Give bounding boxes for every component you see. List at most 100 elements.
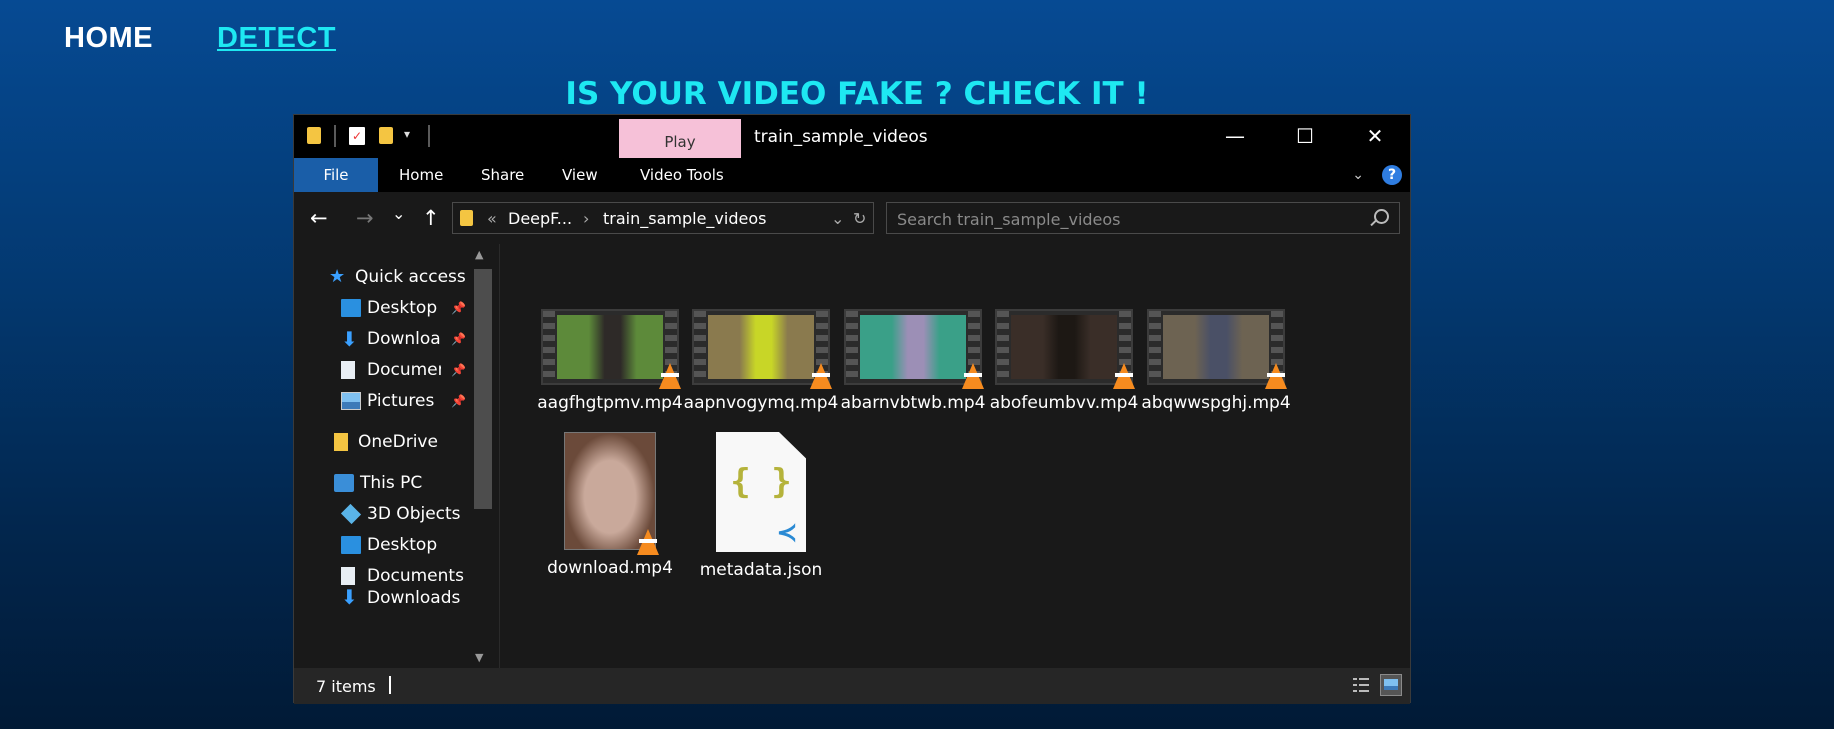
maximize-button[interactable]: ☐ <box>1270 115 1340 158</box>
video-frame <box>557 315 663 379</box>
tree-label: This PC <box>360 473 423 493</box>
properties-icon[interactable]: ✓ <box>349 127 365 145</box>
vscode-icon: ≺ <box>776 518 798 548</box>
file-item[interactable]: aagfhgtpmv.mp4 <box>530 309 690 415</box>
film-strip <box>846 311 858 383</box>
search-icon[interactable] <box>1374 209 1389 224</box>
folder-icon <box>334 433 348 451</box>
new-folder-icon[interactable] <box>379 127 393 144</box>
vlc-cone-icon <box>1113 363 1135 389</box>
video-frame <box>1011 315 1117 379</box>
file-item[interactable]: abqwwspghj.mp4 <box>1136 309 1296 415</box>
tab-view[interactable]: View <box>562 158 598 192</box>
file-name: aagfhgtpmv.mp4 <box>537 393 683 413</box>
film-strip <box>694 311 706 383</box>
film-strip <box>1149 311 1161 383</box>
file-name: abofeumbvv.mp4 <box>989 393 1139 413</box>
scrollbar-thumb[interactable] <box>474 269 492 509</box>
tree-downloads[interactable]: ⬇ Downloads <box>341 588 470 606</box>
status-bar: 7 items <box>294 668 1410 704</box>
tab-video-tools[interactable]: Video Tools <box>640 158 724 192</box>
back-button[interactable]: ← <box>310 206 328 230</box>
vlc-cone-icon <box>962 363 984 389</box>
scroll-down-icon[interactable]: ▼ <box>475 651 483 664</box>
vlc-cone-icon <box>810 363 832 389</box>
file-item[interactable]: abarnvbtwb.mp4 <box>833 309 993 415</box>
tree-downloads-pinned[interactable]: ⬇ Downloads 📌 <box>341 325 470 353</box>
file-item[interactable]: download.mp4 <box>530 432 690 580</box>
folder-icon <box>460 210 473 226</box>
tree-label: 3D Objects <box>367 504 461 524</box>
customize-toolbar-icon[interactable]: ▾ <box>404 127 410 141</box>
tab-file[interactable]: File <box>294 158 378 192</box>
minimize-button[interactable]: — <box>1200 115 1270 158</box>
details-view-icon[interactable] <box>1350 674 1372 696</box>
video-thumbnail <box>564 432 659 555</box>
pin-icon: 📌 <box>451 301 466 315</box>
nav-home-link[interactable]: HOME <box>64 22 153 55</box>
tree-label: Downloads <box>367 588 461 606</box>
tab-share[interactable]: Share <box>481 158 524 192</box>
ribbon-tabs: File Home Share View Video Tools ⌄ ? <box>294 158 1410 192</box>
file-list: aagfhgtpmv.mp4 aapnvogymq.mp4 abarnvbtwb.m… <box>500 244 1410 668</box>
forward-button[interactable]: → <box>356 206 374 230</box>
tree-onedrive[interactable]: OneDrive <box>334 428 470 456</box>
file-name: metadata.json <box>699 560 823 580</box>
tab-play[interactable]: Play <box>619 119 741 158</box>
scroll-up-icon[interactable]: ▲ <box>475 248 483 261</box>
film-strip <box>997 311 1009 383</box>
tree-desktop[interactable]: Desktop <box>341 531 470 559</box>
pictures-icon <box>341 392 361 410</box>
file-item[interactable]: abofeumbvv.mp4 <box>984 309 1144 415</box>
close-button[interactable]: ✕ <box>1340 115 1410 158</box>
breadcrumb-current[interactable]: train_sample_videos <box>603 209 766 228</box>
file-name: abqwwspghj.mp4 <box>1141 393 1291 413</box>
tree-documents-pinned[interactable]: Documents 📌 <box>341 356 470 384</box>
expand-ribbon-icon[interactable]: ⌄ <box>1352 167 1364 183</box>
tree-label: Quick access <box>355 267 466 287</box>
desktop-icon <box>341 299 361 317</box>
recent-locations-button[interactable]: ⌄ <box>392 204 405 223</box>
tree-pictures-pinned[interactable]: Pictures 📌 <box>341 387 470 415</box>
pin-icon: 📌 <box>451 394 466 408</box>
breadcrumb-overflow[interactable]: « <box>487 209 497 228</box>
nav-detect-link[interactable]: DETECT <box>217 22 336 55</box>
tree-label: OneDrive <box>358 432 438 452</box>
refresh-icon[interactable]: ↻ <box>853 209 866 228</box>
video-thumbnail <box>995 309 1135 389</box>
tree-this-pc[interactable]: This PC <box>334 469 470 497</box>
search-box <box>886 202 1400 234</box>
file-item[interactable]: aapnvogymq.mp4 <box>681 309 841 415</box>
pin-icon: 📌 <box>451 363 466 377</box>
file-explorer-window: ✓ ▾ Play train_sample_videos — ☐ ✕ File … <box>293 114 1411 704</box>
address-dropdown-icon[interactable]: ⌄ <box>831 209 844 228</box>
file-item[interactable]: { } ≺ metadata.json <box>681 432 841 582</box>
tree-label: Documents <box>367 360 441 380</box>
breadcrumb-parent[interactable]: DeepF... <box>508 209 572 228</box>
navigation-pane-scrollbar[interactable]: ▲ ▼ <box>470 244 494 668</box>
search-input[interactable] <box>895 207 1359 231</box>
site-nav: HOME DETECT <box>64 22 336 55</box>
tree-quick-access[interactable]: ★ Quick access <box>329 263 470 291</box>
desktop-icon <box>341 536 361 554</box>
document-icon <box>341 567 355 585</box>
tree-desktop-pinned[interactable]: Desktop 📌 <box>341 294 470 322</box>
video-thumbnail <box>541 309 681 389</box>
up-button[interactable]: ↑ <box>422 206 440 230</box>
address-bar[interactable]: « DeepF... › train_sample_videos ⌄ ↻ <box>452 202 874 234</box>
pin-icon: 📌 <box>451 332 466 346</box>
item-count: 7 items <box>316 677 376 696</box>
help-icon[interactable]: ? <box>1382 165 1402 185</box>
cube-icon <box>341 503 362 525</box>
film-strip <box>543 311 555 383</box>
page-headline: IS YOUR VIDEO FAKE ? CHECK IT ! <box>565 76 1149 112</box>
title-bar: ✓ ▾ Play train_sample_videos — ☐ ✕ <box>294 115 1410 158</box>
json-file-icon: { } ≺ <box>716 432 806 552</box>
tab-home[interactable]: Home <box>399 158 443 192</box>
tree-3d-objects[interactable]: 3D Objects <box>341 500 470 528</box>
video-thumbnail <box>692 309 832 389</box>
tree-documents[interactable]: Documents <box>341 562 470 590</box>
vlc-cone-icon <box>659 363 681 389</box>
window-title: train_sample_videos <box>754 127 928 147</box>
large-icons-view-icon[interactable] <box>1380 674 1402 696</box>
